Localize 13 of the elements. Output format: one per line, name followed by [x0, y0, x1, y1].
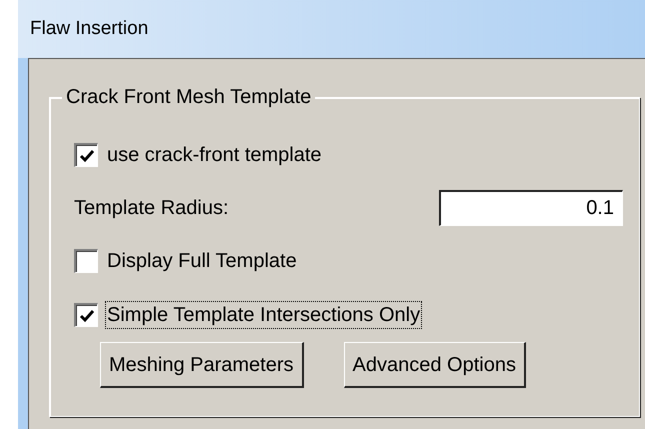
checkbox[interactable]	[74, 143, 98, 167]
dialog-button[interactable]: Meshing Parameters	[100, 342, 304, 388]
checkmark-icon	[78, 148, 94, 164]
checkmark-icon	[78, 308, 94, 324]
dialog-button[interactable]: Advanced Options	[344, 342, 526, 388]
checkbox-label: Simple Template Intersections Only	[106, 302, 422, 328]
checkbox[interactable]	[74, 303, 98, 327]
checkbox-label: use crack-front template	[106, 143, 323, 168]
radius-field[interactable]: 0.1	[439, 190, 623, 226]
checkbox-label: Display Full Template	[106, 249, 298, 274]
checkbox[interactable]	[74, 249, 98, 273]
field-label: Template Radius:	[74, 196, 229, 221]
window-title: Flaw Insertion	[30, 16, 148, 41]
